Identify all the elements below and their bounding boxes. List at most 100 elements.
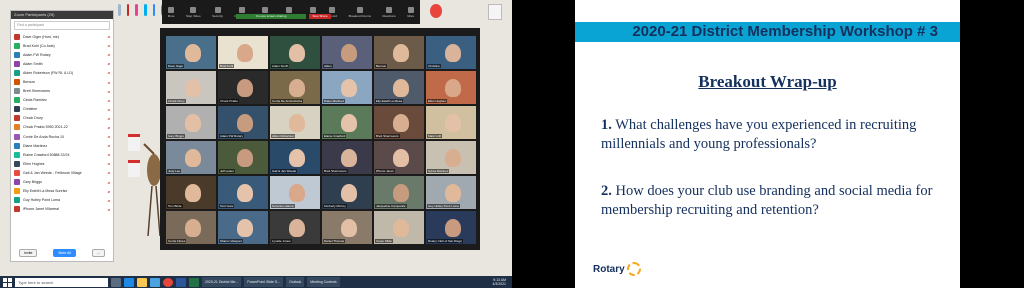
muted-mic-icon[interactable]: ⌀	[108, 107, 110, 112]
muted-mic-icon[interactable]: ⌀	[108, 189, 110, 194]
muted-mic-icon[interactable]: ⌀	[108, 80, 110, 85]
video-tile[interactable]: Sylvia Martinez	[426, 141, 476, 174]
toolbar-button-mute[interactable]: Mute	[168, 6, 174, 18]
store-icon[interactable]	[150, 277, 160, 287]
windows-start-icon[interactable]	[3, 277, 12, 287]
task-view-icon[interactable]	[111, 277, 121, 287]
video-tile[interactable]: Brett Sherrowers	[322, 141, 372, 174]
toolbar-button-reactions[interactable]: Reactions	[382, 6, 396, 18]
muted-mic-icon[interactable]: ⌀	[108, 89, 110, 94]
taskbar-task[interactable]: Outlook	[286, 277, 305, 287]
muted-mic-icon[interactable]: ⌀	[108, 152, 110, 157]
video-tile[interactable]: Lynette Jones	[270, 211, 320, 244]
video-tile[interactable]: Gary Briggs	[166, 106, 216, 139]
video-tile[interactable]: Caren Miller	[374, 211, 424, 244]
muted-mic-icon[interactable]: ⌀	[108, 180, 110, 185]
video-tile[interactable]: Mark Grift	[426, 106, 476, 139]
edge-icon[interactable]	[124, 277, 134, 287]
video-tile[interactable]: Kimberly McCoy	[322, 176, 372, 209]
stop-share-button[interactable]: Stop Share	[309, 14, 331, 19]
chrome-icon[interactable]	[163, 277, 173, 287]
zoom-icon[interactable]	[152, 4, 156, 16]
video-tile[interactable]: Ellen Hughes	[426, 71, 476, 104]
participant-row[interactable]: Chuck Drury ⌀	[11, 114, 113, 123]
participant-row[interactable]: Gail & Jan Weede - Fellbrook Village ⌀	[11, 168, 113, 177]
muted-mic-icon[interactable]: ⌀	[108, 207, 110, 212]
excel-icon[interactable]	[189, 277, 199, 287]
participant-row[interactable]: Christine ⌀	[11, 105, 113, 114]
system-clock[interactable]: 9:13 AM 4/3/2021	[492, 278, 512, 286]
muted-mic-icon[interactable]: ⌀	[108, 61, 110, 66]
participant-row[interactable]: Brett Sherrowers ⌀	[11, 87, 113, 96]
muted-mic-icon[interactable]: ⌀	[108, 198, 110, 203]
video-tile[interactable]: Alden	[322, 36, 372, 69]
toolbar-button-stop-video[interactable]: Stop Video	[186, 6, 201, 18]
muted-mic-icon[interactable]: ⌀	[108, 170, 110, 175]
recycle-bin-icon[interactable]	[118, 4, 121, 16]
video-tile[interactable]: iPhone Janet	[374, 141, 424, 174]
participant-row[interactable]: Dave Giger (Host, me) ⌀	[11, 32, 113, 41]
participant-row[interactable]: Chuck Prakto 5950 2021-22 ⌀	[11, 123, 113, 132]
video-tile[interactable]: Corrie Flores	[166, 211, 216, 244]
participant-row[interactable]: iPhone Janet Villarreal ⌀	[11, 205, 113, 214]
video-tile[interactable]: Judy Lee	[166, 141, 216, 174]
video-tile[interactable]: Dave Giger	[166, 36, 216, 69]
video-tile[interactable]: Terri Gore	[218, 176, 268, 209]
video-tile[interactable]: Christine	[426, 36, 476, 69]
taskbar-task[interactable]: 2020-21 District Me...	[202, 277, 242, 287]
video-tile[interactable]: Jeff Lester	[218, 141, 268, 174]
pdf-file-icon[interactable]	[128, 134, 140, 151]
participant-row[interactable]: Gary Briggs ⌀	[11, 178, 113, 187]
more-button[interactable]: ...	[92, 249, 105, 257]
video-tile[interactable]: Elaine Crawford	[322, 106, 372, 139]
muted-mic-icon[interactable]: ⌀	[108, 161, 110, 166]
muted-mic-icon[interactable]: ⌀	[108, 125, 110, 130]
video-tile[interactable]: Elly Estelli La Mesa	[374, 71, 424, 104]
video-tile[interactable]: Chuck Prakto	[218, 71, 268, 104]
muted-mic-icon[interactable]: ⌀	[108, 98, 110, 103]
muted-mic-icon[interactable]: ⌀	[108, 143, 110, 148]
video-tile[interactable]: Brad Kohl	[218, 36, 268, 69]
participant-row[interactable]: Elly Estelli La Mesa Sunrise ⌀	[11, 187, 113, 196]
video-tile[interactable]: Sharon Vasquez	[218, 211, 268, 244]
video-tile[interactable]: Benson	[374, 36, 424, 69]
participant-row[interactable]: Cinda Ramirez ⌀	[11, 96, 113, 105]
file-explorer-icon[interactable]	[137, 277, 147, 287]
video-tile[interactable]: Guy Hutley Point Loma	[426, 176, 476, 209]
invite-button[interactable]: Invite	[19, 249, 38, 257]
participant-row[interactable]: Benson ⌀	[11, 77, 113, 86]
toolbar-button-more[interactable]: More	[407, 6, 414, 18]
toolbar-button-breakout-rooms[interactable]: Breakout Rooms	[349, 6, 371, 18]
toolbar-button-security[interactable]: Security	[212, 6, 223, 18]
video-tile[interactable]: Jacqueline Campanile	[374, 176, 424, 209]
participant-row[interactable]: Elaine Crawford 50888 22/24 ⌀	[11, 150, 113, 159]
acrobat-icon[interactable]	[126, 4, 130, 16]
muted-mic-icon[interactable]: ⌀	[108, 43, 110, 48]
taskbar-task[interactable]: Meeting Controls	[307, 277, 340, 287]
video-tile[interactable]: Daniel Thomas	[322, 211, 372, 244]
file-icon[interactable]	[488, 4, 502, 20]
skype-icon[interactable]	[144, 4, 147, 16]
video-tile[interactable]: Gail & Jan Weede	[270, 141, 320, 174]
muted-mic-icon[interactable]: ⌀	[108, 52, 110, 57]
muted-mic-icon[interactable]: ⌀	[108, 116, 110, 121]
participant-row[interactable]: Diane Martinez ⌀	[11, 141, 113, 150]
participant-row[interactable]: Guy Hutley Point Loma ⌀	[11, 196, 113, 205]
muted-mic-icon[interactable]: ⌀	[108, 70, 110, 75]
video-tile[interactable]: Tom Bride	[166, 176, 216, 209]
video-tile[interactable]: Diane Martinez	[322, 71, 372, 104]
word-icon[interactable]	[176, 277, 186, 287]
video-tile[interactable]: Chuck Drury	[166, 71, 216, 104]
muted-mic-icon[interactable]: ⌀	[108, 134, 110, 139]
participant-row[interactable]: Brad Kohl (Co-host) ⌀	[11, 41, 113, 50]
participant-search-input[interactable]: Find a participant	[14, 21, 110, 30]
participant-row[interactable]: Alden Robertson (FW RL & LD) ⌀	[11, 68, 113, 77]
pdf-file-icon[interactable]	[128, 160, 140, 177]
video-tile[interactable]: Adam Smith	[270, 36, 320, 69]
video-tile[interactable]: Alden Robertson	[270, 106, 320, 139]
taskbar-task[interactable]: PowerPoint Slide S...	[244, 277, 284, 287]
participant-row[interactable]: Ellen Hughes ⌀	[11, 159, 113, 168]
muted-mic-icon[interactable]: ⌀	[108, 34, 110, 39]
participant-row[interactable]: Adam FW Rotary ⌀	[11, 50, 113, 59]
participant-row[interactable]: Adam Smith ⌀	[11, 59, 113, 68]
